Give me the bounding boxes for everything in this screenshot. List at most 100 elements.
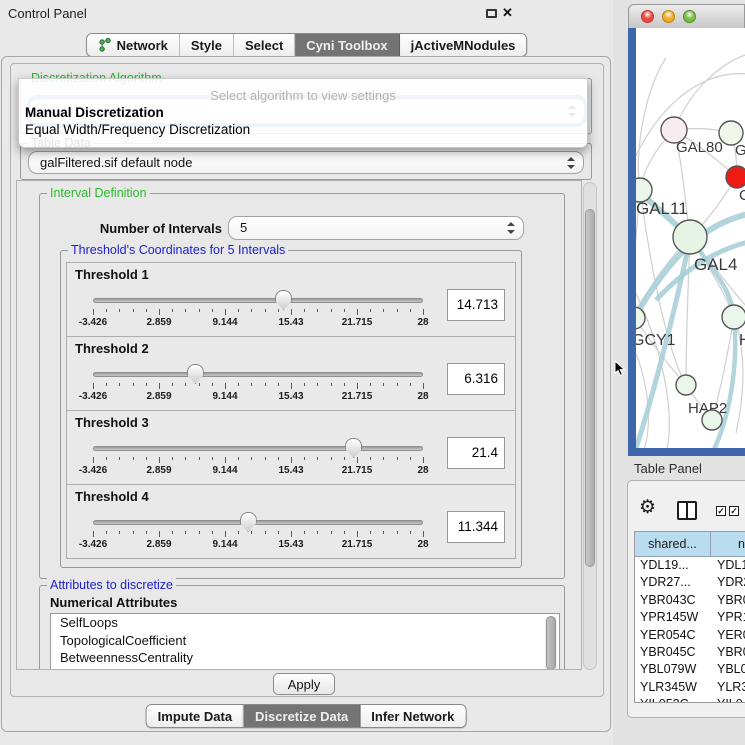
threshold-value-field[interactable]: 21.4 bbox=[447, 437, 505, 469]
tick-mark bbox=[172, 383, 173, 386]
tick-mark bbox=[199, 457, 200, 460]
tick-label: 9.144 bbox=[203, 539, 247, 550]
tick-mark bbox=[331, 457, 332, 460]
tick-label: 9.144 bbox=[203, 317, 247, 328]
tab-style[interactable]: Style bbox=[180, 34, 234, 56]
close-panel-icon[interactable]: ✕ bbox=[502, 5, 513, 21]
threshold-value-field[interactable]: 6.316 bbox=[447, 363, 505, 395]
tick-label: 2.859 bbox=[137, 317, 181, 328]
tab-jactivemnodules[interactable]: jActiveMNodules bbox=[400, 34, 527, 56]
tick-mark bbox=[357, 383, 358, 389]
network-node-hap2[interactable] bbox=[676, 375, 696, 395]
threshold-slider[interactable] bbox=[93, 298, 423, 303]
table-row[interactable]: YER054CYER0 bbox=[635, 627, 745, 644]
checkbox-icon[interactable]: ✓ bbox=[729, 506, 739, 516]
tick-mark bbox=[119, 457, 120, 460]
table-row[interactable]: YDR27...YDR2 bbox=[635, 574, 745, 591]
tick-mark bbox=[370, 457, 371, 460]
table-row[interactable]: YBR043CYBR0 bbox=[635, 592, 745, 609]
tick-label: 21.715 bbox=[335, 391, 379, 402]
tab-label: Impute Data bbox=[158, 709, 232, 724]
tick-mark bbox=[185, 457, 186, 460]
slider-thumb[interactable] bbox=[345, 438, 362, 458]
minimize-window-icon[interactable] bbox=[662, 10, 675, 23]
tick-mark bbox=[423, 383, 424, 389]
tick-mark bbox=[397, 457, 398, 460]
threshold-value-field[interactable]: 14.713 bbox=[447, 289, 505, 321]
table-row[interactable]: YBL079WYBL0 bbox=[635, 661, 745, 678]
threshold-panel-threshold-4: Threshold 4-3.4262.8599.14415.4321.71528… bbox=[66, 484, 516, 559]
float-panel-icon[interactable] bbox=[486, 9, 497, 18]
dropdown-option-equal-width-frequency-discretization[interactable]: Equal Width/Frequency Discretization bbox=[25, 122, 250, 137]
network-canvas[interactable]: GAL80GACGAL11GAL4GCY1HHAP2 bbox=[636, 28, 745, 448]
slider-thumb[interactable] bbox=[187, 364, 204, 384]
tab-infer-network[interactable]: Infer Network bbox=[360, 705, 465, 727]
tick-mark bbox=[172, 531, 173, 534]
tab-impute-data[interactable]: Impute Data bbox=[147, 705, 244, 727]
dropdown-option-manual-discretization[interactable]: Manual Discretization bbox=[25, 105, 164, 120]
tick-mark bbox=[304, 309, 305, 312]
tab-cyni-toolbox[interactable]: Cyni Toolbox bbox=[295, 34, 399, 56]
threshold-value-field[interactable]: 11.344 bbox=[447, 511, 505, 543]
column-header-shared-name[interactable]: shared... bbox=[635, 532, 711, 557]
thresholds-group-label: Threshold's Coordinates for 5 Intervals bbox=[68, 243, 288, 257]
tick-label: 2.859 bbox=[137, 465, 181, 476]
table-row[interactable]: YPR145WYPR1 bbox=[635, 609, 745, 626]
table-row[interactable]: YLR345WYLR3 bbox=[635, 679, 745, 696]
attributes-group-label: Attributes to discretize bbox=[47, 578, 176, 592]
table-row[interactable]: YDL19...YDL1 bbox=[635, 557, 745, 574]
cell-shared-name: YDL19... bbox=[640, 558, 689, 572]
close-window-icon[interactable] bbox=[641, 10, 654, 23]
table-row[interactable]: YIL052CYIL0 bbox=[635, 696, 745, 703]
threshold-slider[interactable] bbox=[93, 372, 423, 377]
tab-discretize-data[interactable]: Discretize Data bbox=[244, 705, 360, 727]
numerical-attributes-list[interactable]: SelfLoopsTopologicalCoefficientBetweenne… bbox=[50, 613, 560, 670]
tick-mark bbox=[265, 457, 266, 460]
table-data-value: galFiltered.sif default node bbox=[40, 155, 192, 170]
gear-icon[interactable]: ⚙ bbox=[639, 498, 656, 517]
zoom-window-icon[interactable] bbox=[683, 10, 696, 23]
slider-thumb[interactable] bbox=[240, 512, 257, 532]
network-window-titlebar[interactable] bbox=[628, 4, 745, 28]
attributes-group: Attributes to discretize Numerical Attri… bbox=[39, 585, 565, 670]
apply-button[interactable]: Apply bbox=[273, 673, 335, 695]
attribute-item-selfloops[interactable]: SelfLoops bbox=[51, 614, 559, 632]
tick-mark bbox=[331, 531, 332, 534]
tick-mark bbox=[199, 531, 200, 534]
panel-vertical-scrollbar[interactable] bbox=[583, 182, 597, 670]
tick-label: 15.43 bbox=[269, 465, 313, 476]
split-columns-icon[interactable] bbox=[677, 501, 697, 520]
tick-mark bbox=[304, 383, 305, 386]
tick-label: 2.859 bbox=[137, 391, 181, 402]
interval-definition-group: Interval Definition Number of Intervals … bbox=[39, 193, 565, 579]
threshold-slider[interactable] bbox=[93, 446, 423, 451]
attribute-item-topologicalcoefficient[interactable]: TopologicalCoefficient bbox=[51, 632, 559, 650]
tab-network[interactable]: Network bbox=[87, 34, 180, 56]
threshold-slider[interactable] bbox=[93, 520, 423, 525]
attributes-list-scrollbar[interactable] bbox=[545, 616, 557, 670]
cell-shared-name: YPR145W bbox=[640, 610, 698, 624]
column-header-name[interactable]: n bbox=[711, 532, 745, 557]
network-node-h[interactable] bbox=[722, 305, 745, 329]
cell-name: YDR2 bbox=[717, 575, 745, 589]
tab-select[interactable]: Select bbox=[234, 34, 295, 56]
network-edge[interactable] bbox=[674, 54, 745, 130]
number-of-intervals-label: Number of Intervals bbox=[90, 221, 222, 236]
tick-mark bbox=[265, 531, 266, 534]
network-node-c[interactable] bbox=[726, 166, 745, 188]
tab-label: Infer Network bbox=[371, 709, 454, 724]
number-of-intervals-combobox[interactable]: 5 bbox=[228, 216, 524, 240]
threshold-panel-threshold-1: Threshold 1-3.4262.8599.14415.4321.71528… bbox=[66, 262, 516, 337]
tick-mark bbox=[185, 309, 186, 312]
table-data-group: Table Data galFiltered.sif default node bbox=[20, 143, 592, 180]
network-node[interactable] bbox=[702, 410, 722, 430]
table-data-combobox[interactable]: galFiltered.sif default node bbox=[28, 151, 584, 174]
checkbox-icon[interactable]: ✓ bbox=[716, 506, 726, 516]
tick-mark bbox=[304, 457, 305, 460]
slider-thumb[interactable] bbox=[275, 290, 292, 310]
tick-mark bbox=[370, 383, 371, 386]
table-row[interactable]: YBR045CYBR0 bbox=[635, 644, 745, 661]
attribute-item-betweennesscentrality[interactable]: BetweennessCentrality bbox=[51, 649, 559, 667]
network-node-gal4[interactable] bbox=[673, 220, 707, 254]
tick-mark bbox=[357, 309, 358, 315]
